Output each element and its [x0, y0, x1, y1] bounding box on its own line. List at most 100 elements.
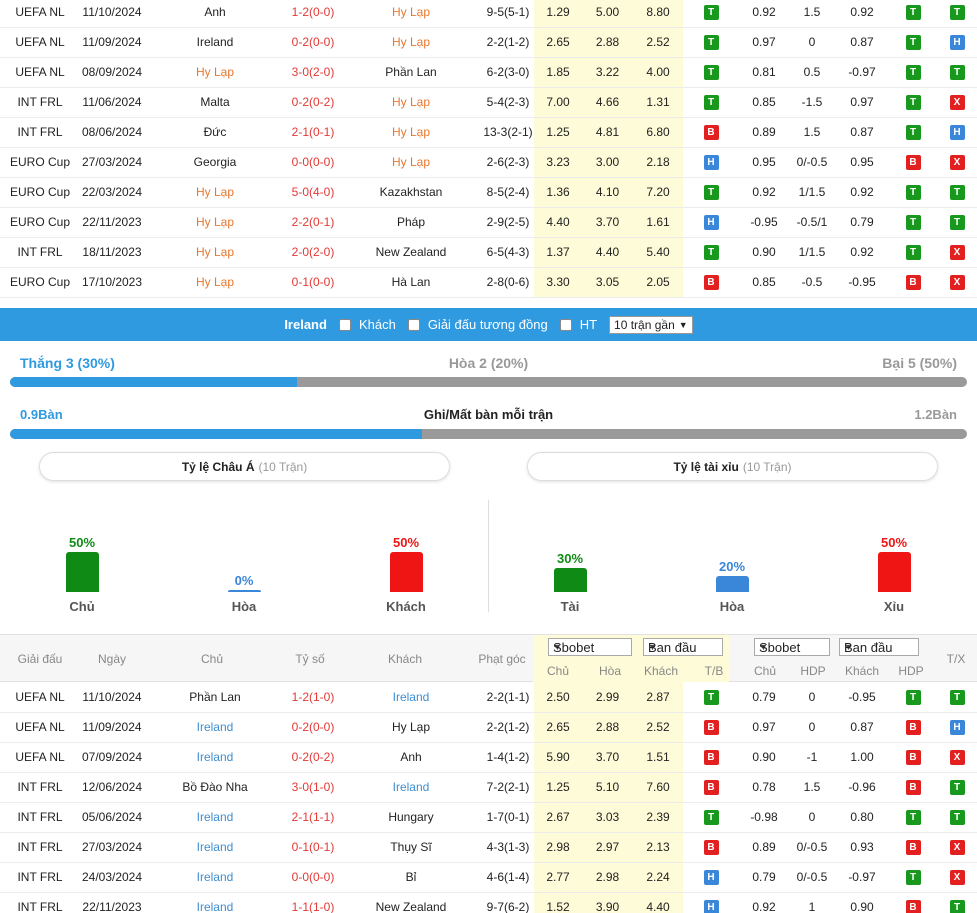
match-row[interactable]: INT FRL 27/03/2024 Ireland 0-1(0-1) Thụy Sĩ 4… [0, 832, 977, 863]
match-row[interactable]: INT FRL 08/06/2024 Đức 2-1(0-1) Hy Lạp 13-3(2… [0, 117, 977, 148]
hdp-away-cell: 0.87 [835, 117, 889, 148]
stat-label: Tài [560, 599, 580, 614]
hdp-line-cell: 1 [789, 892, 835, 913]
hdp-away-cell-text: 0.92 [850, 185, 874, 199]
away-checkbox[interactable] [338, 318, 351, 331]
away-team-cell-text[interactable]: Hy Lạp [392, 35, 430, 49]
odds-home-cell-text: 2.98 [546, 840, 570, 854]
match-row[interactable]: EURO Cup 27/03/2024 Georgia 0-0(0-0) Hy Lạp 2… [0, 147, 977, 178]
match-row[interactable]: EURO Cup 22/03/2024 Hy Lạp 5-0(4-0) Kazakhst… [0, 177, 977, 208]
home-team-cell-text[interactable]: Ireland [197, 750, 234, 764]
home-team-cell-text: Bồ Đào Nha [182, 780, 248, 794]
date-cell-text: 12/06/2024 [81, 780, 143, 794]
hdp-home-cell: 0.89 [739, 832, 789, 863]
match-row[interactable]: EURO Cup 17/10/2023 Hy Lạp 0-1(0-0) Hà Lan 2-… [0, 267, 977, 298]
score-cell-text: 1-2(0-0) [291, 4, 335, 19]
bookmaker-select-1-value: Sbobet [553, 639, 595, 655]
hdp-home-cell-text: 0.79 [752, 870, 776, 884]
result-badge: T [949, 185, 965, 200]
bookmaker-select-2-value: Sbobet [759, 639, 801, 655]
sub-draw: Hòa [598, 664, 622, 678]
odds-home-cell: 1.25 [534, 117, 582, 148]
bookmaker-select-1[interactable]: Sbobet ▼ [548, 638, 632, 656]
odds-home-cell-text: 3.30 [546, 275, 570, 289]
home-team-cell-text[interactable]: Hy Lạp [196, 245, 234, 259]
result-badge: T [703, 65, 719, 80]
league-cell: UEFA NL [0, 682, 80, 713]
hdp-away-cell: 0.97 [835, 87, 889, 118]
match-row[interactable]: INT FRL 18/11/2023 Hy Lạp 2-0(2-0) New Zeala… [0, 237, 977, 268]
match-row[interactable]: INT FRL 11/06/2024 Malta 0-2(0-2) Hy Lạp 5-4(… [0, 87, 977, 118]
match-row[interactable]: UEFA NL 08/09/2024 Hy Lạp 3-0(2-0) Phần Lan 6… [0, 57, 977, 88]
ht-checkbox[interactable] [559, 318, 572, 331]
result-badge: T [703, 4, 719, 20]
asian-handicap-pill[interactable]: Tỷ lệ Châu Á (10 Trận) [39, 452, 450, 481]
corner-cell-text: 9-5(5-1) [486, 4, 530, 19]
odds-type-select-2[interactable]: Ban đầu ▼ [839, 638, 919, 656]
away-team-cell-text[interactable]: Hy Lạp [392, 95, 430, 109]
over-under-pill[interactable]: Tỷ lệ tài xỉu (10 Trận) [527, 452, 938, 481]
odds-type-select-1[interactable]: Ban đầu ▼ [643, 638, 723, 656]
away-team-cell: Hy Lạp [340, 87, 482, 118]
odds-draw-cell-text: 2.98 [595, 870, 620, 884]
match-row[interactable]: INT FRL 22/11/2023 Ireland 1-1(1-0) New Zeal… [0, 892, 977, 913]
match-count-select[interactable]: 10 trận gần ▼ [609, 315, 693, 334]
away-team-cell-text[interactable]: Hy Lạp [392, 5, 430, 19]
away-team-cell-text[interactable]: Hy Lạp [392, 125, 430, 139]
date-cell-text: 08/06/2024 [81, 125, 143, 139]
score-cell: 1-2(1-0) [286, 682, 340, 713]
away-team-cell-text[interactable]: Hy Lạp [392, 155, 430, 169]
away-team-cell: Hungary [340, 802, 482, 833]
match-row[interactable]: UEFA NL 11/10/2024 Anh 1-2(0-0) Hy Lạp 9-5(5-… [0, 0, 977, 28]
home-team-cell-text[interactable]: Hy Lạp [196, 185, 234, 199]
home-team-cell-text[interactable]: Hy Lạp [196, 65, 234, 79]
result-badge: T [905, 810, 921, 825]
result-badge: H [949, 35, 965, 50]
hdp-line-cell-text: 1/1.5 [798, 245, 826, 259]
date-cell-text: 07/09/2024 [81, 750, 143, 764]
match-row[interactable]: UEFA NL 11/09/2024 Ireland 0-2(0-0) Hy Lạp 2-… [0, 27, 977, 58]
match-row[interactable]: UEFA NL 11/09/2024 Ireland 0-2(0-0) Hy Lạp 2-… [0, 712, 977, 743]
match-row[interactable]: UEFA NL 07/09/2024 Ireland 0-2(0-2) Anh 1-4(1… [0, 742, 977, 773]
match-row[interactable]: UEFA NL 11/10/2024 Phần Lan 1-2(1-0) Ireland… [0, 682, 977, 713]
away-team-cell-text[interactable]: Ireland [393, 780, 430, 794]
result-badge: T [905, 4, 921, 20]
odds-away-cell-text: 2.13 [646, 840, 670, 854]
stat-label: Hòa [719, 599, 745, 614]
match-row[interactable]: EURO Cup 22/11/2023 Hy Lạp 2-2(0-1) Pháp 2-9(… [0, 207, 977, 238]
league-cell-text: INT FRL [17, 245, 63, 259]
corner-cell: 1-7(0-1) [482, 802, 534, 833]
home-team-cell-text[interactable]: Ireland [197, 900, 234, 913]
corner-cell: 6-2(3-0) [482, 57, 534, 88]
match-row[interactable]: INT FRL 24/03/2024 Ireland 0-0(0-0) Bỉ 4-6(1-… [0, 862, 977, 893]
result-badge: T [905, 185, 921, 200]
home-team-cell-text[interactable]: Hy Lạp [196, 215, 234, 229]
odds-home-cell: 3.30 [534, 267, 582, 298]
date-cell-text: 11/09/2024 [82, 720, 142, 734]
home-team-cell-text[interactable]: Ireland [197, 720, 234, 734]
hdp-home-cell-text: 0.92 [752, 185, 776, 199]
bookmaker-select-2[interactable]: Sbobet ▼ [754, 638, 830, 656]
home-team-cell-text[interactable]: Hy Lạp [196, 275, 234, 289]
score-cell-text: 0-1(0-1) [291, 840, 335, 854]
away-team-cell: Hy Lạp [340, 27, 482, 58]
match-row[interactable]: INT FRL 12/06/2024 Bồ Đào Nha 3-0(1-0) Irela… [0, 772, 977, 803]
league-cell: UEFA NL [0, 742, 80, 773]
score-cell-text: 2-1(1-1) [291, 810, 335, 824]
result-badge: T [703, 35, 719, 50]
similar-league-checkbox[interactable] [407, 318, 420, 331]
home-team-cell: Hy Lạp [144, 267, 286, 298]
away-team-cell-text[interactable]: Ireland [393, 690, 430, 704]
home-team-cell-text[interactable]: Ireland [197, 840, 234, 854]
home-team-cell-text[interactable]: Ireland [197, 870, 234, 884]
hdp-badge-cell: T [889, 237, 937, 268]
ou-stat-0: 30% Tài [530, 551, 610, 614]
hdp-home-cell-text: 0.85 [752, 95, 776, 109]
result-badge: B [703, 840, 719, 855]
date-cell: 22/11/2023 [80, 892, 144, 913]
result-badge: H [703, 155, 719, 170]
odds-home-cell: 7.00 [534, 87, 582, 118]
match-row[interactable]: INT FRL 05/06/2024 Ireland 2-1(1-1) Hungary 1… [0, 802, 977, 833]
away-team-cell: New Zealand [340, 892, 482, 913]
home-team-cell-text[interactable]: Ireland [197, 810, 234, 824]
